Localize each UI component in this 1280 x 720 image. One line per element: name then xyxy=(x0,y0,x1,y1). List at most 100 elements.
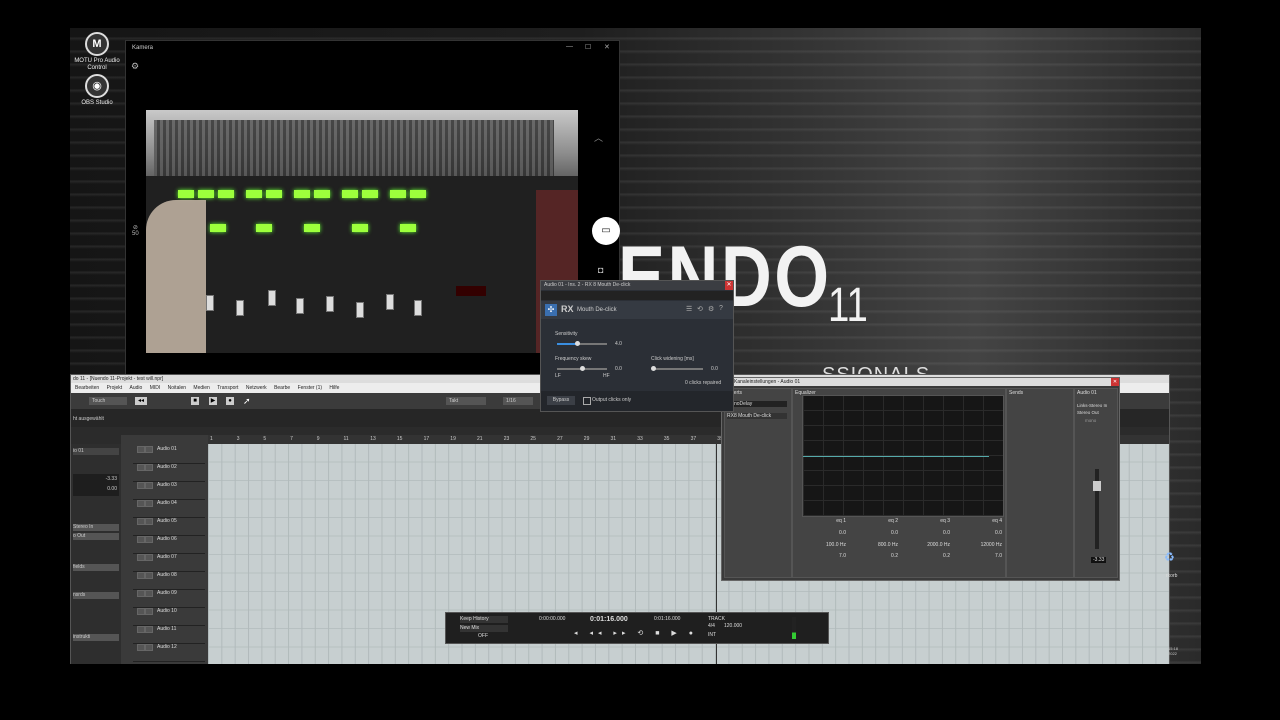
quantize-select[interactable]: 1/16 xyxy=(503,397,533,405)
track-row[interactable]: Audio 08 xyxy=(133,571,205,590)
gear-icon[interactable]: ⚙ xyxy=(708,305,714,313)
record-icon[interactable]: ▭ xyxy=(592,217,620,245)
eq-band-freq[interactable]: 100.0 Hz xyxy=(826,542,846,548)
output-clicks-checkbox[interactable] xyxy=(583,397,591,405)
mute-button[interactable] xyxy=(137,554,145,561)
menu-item[interactable]: Hilfe xyxy=(329,385,339,391)
eq-band-1[interactable]: eq 1 0.0 100.0 Hz 7.0 xyxy=(798,518,848,570)
solo-button[interactable] xyxy=(145,518,153,525)
channel-fader-handle[interactable] xyxy=(1093,481,1101,491)
close-icon[interactable]: ✕ xyxy=(604,43,610,51)
sensitivity-value[interactable]: 4.0 xyxy=(615,341,622,347)
mute-button[interactable] xyxy=(137,644,145,651)
automation-mode-select[interactable]: Touch xyxy=(89,397,127,405)
recycle-bin-icon[interactable]: ♻ xyxy=(1164,550,1175,564)
settings-icon[interactable]: ⚙ xyxy=(131,61,139,72)
solo-button[interactable] xyxy=(145,572,153,579)
history-off-toggle[interactable]: OFF xyxy=(478,633,488,639)
bypass-button[interactable]: Bypass xyxy=(547,396,575,405)
mute-button[interactable] xyxy=(137,590,145,597)
eq-band-freq[interactable]: 800.0 Hz xyxy=(878,542,898,548)
record-button[interactable]: ● xyxy=(226,397,234,405)
tempo-display[interactable]: 120.000 xyxy=(724,623,742,629)
mute-button[interactable] xyxy=(137,518,145,525)
track-row[interactable]: Audio 09 xyxy=(133,589,205,608)
mute-button[interactable] xyxy=(137,446,145,453)
list-icon[interactable]: ☰ xyxy=(686,305,692,313)
track-row[interactable]: Audio 12 xyxy=(133,643,205,662)
pointer-tool-icon[interactable]: ➚ xyxy=(243,396,251,407)
eq-band-freq[interactable]: 2000.0 Hz xyxy=(927,542,950,548)
menu-item[interactable]: Fenster (1) xyxy=(298,385,322,391)
track-row[interactable]: Audio 01 xyxy=(133,445,205,464)
sensitivity-knob[interactable] xyxy=(575,341,580,346)
help-icon[interactable]: ? xyxy=(719,305,723,312)
menu-item[interactable]: Netzwerk xyxy=(246,385,267,391)
channel-volume-value[interactable]: -3.33 xyxy=(1091,557,1107,563)
track-row[interactable]: Audio 05 xyxy=(133,517,205,536)
track-row[interactable]: Audio 04 xyxy=(133,499,205,518)
mute-button[interactable] xyxy=(137,608,145,615)
chevron-up-icon[interactable]: ︿ xyxy=(594,131,603,144)
track-row[interactable]: Audio 07 xyxy=(133,553,205,572)
close-icon[interactable]: ✕ xyxy=(1111,378,1119,386)
eq-curve-display[interactable] xyxy=(802,395,1004,517)
inspector-channel-name[interactable]: io 01 xyxy=(73,448,119,455)
frequency-skew-knob[interactable] xyxy=(580,366,585,371)
click-widening-value[interactable]: 0.0 xyxy=(711,366,718,372)
inspector-section[interactable]: nsrds xyxy=(73,592,119,599)
maximize-icon[interactable]: ☐ xyxy=(585,43,591,51)
solo-button[interactable] xyxy=(145,482,153,489)
eq-band-2[interactable]: eq 2 0.0 800.0 Hz 0.2 xyxy=(850,518,900,570)
eq-band-gain[interactable]: 0.0 xyxy=(839,530,846,536)
click-widening-slider[interactable] xyxy=(653,368,703,370)
mute-button[interactable] xyxy=(137,500,145,507)
menu-item[interactable]: Bearbe xyxy=(274,385,290,391)
mute-button[interactable] xyxy=(137,536,145,543)
eq-band-gain[interactable]: 0.0 xyxy=(943,530,950,536)
transport-back-button[interactable]: ◂◂ xyxy=(135,397,147,405)
eq-band-4[interactable]: eq 4 0.0 12000 Hz 7.0 xyxy=(954,518,1004,570)
mix-mode-select[interactable]: New Mix xyxy=(460,625,508,632)
eq-band-gain[interactable]: 0.0 xyxy=(891,530,898,536)
close-icon[interactable]: ✕ xyxy=(725,281,733,290)
solo-button[interactable] xyxy=(145,644,153,651)
eq-band-freq[interactable]: 12000 Hz xyxy=(981,542,1002,548)
mute-button[interactable] xyxy=(137,626,145,633)
primary-time-display[interactable]: 0:01:16.000 xyxy=(590,616,628,623)
track-row[interactable]: Audio 06 xyxy=(133,535,205,554)
solo-button[interactable] xyxy=(145,608,153,615)
insert-slot[interactable]: MonoDelay xyxy=(727,401,787,407)
menu-item[interactable]: MIDI xyxy=(150,385,161,391)
solo-button[interactable] xyxy=(145,446,153,453)
track-row[interactable]: Audio 10 xyxy=(133,607,205,626)
menu-item[interactable]: Projekt xyxy=(107,385,123,391)
channel-output[interactable]: Stereo Out xyxy=(1077,410,1099,415)
frequency-skew-value[interactable]: 0.0 xyxy=(615,366,622,372)
menu-item[interactable]: Audio xyxy=(130,385,143,391)
motu-desktop-shortcut[interactable]: M MOTU Pro Audio Control xyxy=(70,32,124,72)
transport-buttons[interactable]: ◂ ◂◂ ▸▸ ⟲ ■ ▶ ● xyxy=(574,629,698,637)
track-row[interactable]: Audio 11 xyxy=(133,625,205,644)
insert-slot[interactable]: RX8 Mouth De-click xyxy=(727,413,787,419)
solo-button[interactable] xyxy=(145,464,153,471)
left-locator[interactable]: 0:00:00.000 xyxy=(539,616,565,622)
mute-button[interactable] xyxy=(137,482,145,489)
channel-fader-track[interactable] xyxy=(1093,469,1101,549)
solo-button[interactable] xyxy=(145,536,153,543)
rx-preset-bar[interactable] xyxy=(541,291,733,300)
output-routing[interactable]: o Out xyxy=(73,533,119,540)
snap-select[interactable]: Takt xyxy=(446,397,486,405)
track-row[interactable]: Audio 03 xyxy=(133,481,205,500)
input-routing[interactable]: Stereo In xyxy=(73,524,119,531)
solo-button[interactable] xyxy=(145,554,153,561)
menu-item[interactable]: Bearbeiten xyxy=(75,385,99,391)
play-button[interactable]: ▶ xyxy=(209,397,217,405)
menu-item[interactable]: Transport xyxy=(217,385,238,391)
eq-band-q[interactable]: 7.0 xyxy=(995,553,1002,559)
mute-button[interactable] xyxy=(137,572,145,579)
menu-item[interactable]: Noitalen xyxy=(168,385,186,391)
channel-input[interactable]: Links-Stereo In xyxy=(1077,403,1107,408)
track-row[interactable]: Audio 02 xyxy=(133,463,205,482)
menu-item[interactable]: Medien xyxy=(193,385,209,391)
